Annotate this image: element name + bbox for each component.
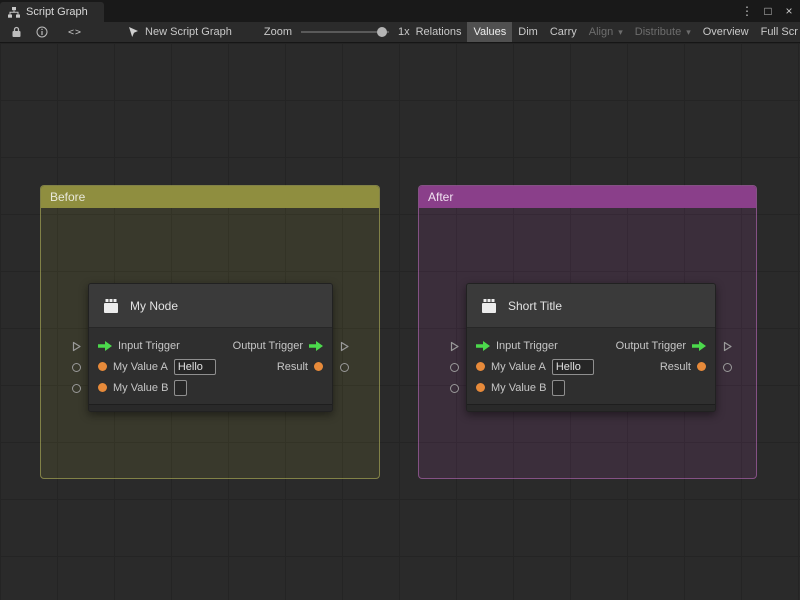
flow-in-label: Input Trigger [496, 339, 558, 352]
value-port-icon [314, 362, 323, 371]
value-port-icon [476, 362, 485, 371]
pointer-icon [127, 26, 139, 38]
relations-button[interactable]: Relations [410, 22, 468, 42]
new-script-graph-label: New Script Graph [145, 26, 232, 38]
menu-icon[interactable]: ⋮ [741, 0, 753, 22]
tab-script-graph[interactable]: Script Graph [0, 2, 104, 22]
distribute-dropdown[interactable]: Distribute ▾ [629, 22, 697, 42]
flow-output-port[interactable] [340, 341, 349, 352]
zoom-slider-knob[interactable] [376, 27, 387, 37]
value-b-label: My Value B [491, 381, 547, 394]
info-icon[interactable] [29, 22, 55, 42]
value-output-port-result[interactable] [723, 363, 732, 372]
value-a-label: My Value A [491, 360, 546, 373]
graph-toolbar: <> New Script Graph Zoom 1x Relations Va… [0, 22, 800, 43]
flow-out-arrow-icon [309, 340, 323, 351]
flow-out-label: Output Trigger [615, 339, 686, 352]
flow-in-label: Input Trigger [118, 339, 180, 352]
flow-in-arrow-icon [98, 340, 112, 351]
value-port-icon [697, 362, 706, 371]
new-script-graph-button[interactable]: New Script Graph [121, 22, 238, 42]
zoom-slider[interactable] [300, 22, 389, 42]
flow-out-arrow-icon [692, 340, 706, 351]
unit-icon [102, 298, 120, 314]
align-dropdown[interactable]: Align ▾ [583, 22, 629, 42]
port-row-value-b: My Value B [467, 377, 715, 398]
node-footer [467, 404, 715, 411]
unit-icon [480, 298, 498, 314]
result-label: Result [659, 360, 691, 373]
group-header[interactable]: Before [41, 186, 379, 208]
fullscreen-button[interactable]: Full Scr [755, 22, 800, 42]
node-short-title[interactable]: Short Title Input Trigger Output Trigger [450, 283, 732, 412]
flow-input-port[interactable] [450, 341, 459, 352]
align-label: Align [588, 26, 614, 38]
value-b-label: My Value B [113, 381, 169, 394]
carry-button[interactable]: Carry [544, 22, 583, 42]
window-controls: ⋮ □ × [741, 0, 795, 22]
value-input-port-a[interactable] [72, 363, 81, 372]
graph-canvas[interactable]: Before After My Node Input Trigger Outpu… [0, 43, 800, 600]
group-label: After [428, 190, 454, 204]
distribute-label: Distribute [634, 26, 682, 38]
node-title: Short Title [508, 298, 563, 313]
value-a-input[interactable] [173, 358, 216, 375]
lock-icon[interactable] [4, 22, 29, 42]
zoom-label: Zoom [263, 26, 292, 38]
value-port-icon [98, 383, 107, 392]
tab-bar: Script Graph ⋮ □ × [0, 0, 800, 22]
zoom-value: 1x [397, 26, 410, 38]
value-input-port-b[interactable] [450, 384, 459, 393]
node-body: Input Trigger Output Trigger My Value A … [89, 328, 332, 404]
group-label: Before [50, 190, 86, 204]
flow-input-port[interactable] [72, 341, 81, 352]
value-b-input[interactable] [174, 379, 188, 396]
close-icon[interactable]: × [783, 0, 795, 22]
maximize-icon[interactable]: □ [762, 0, 774, 22]
node-header[interactable]: My Node [89, 284, 332, 328]
value-port-icon [476, 383, 485, 392]
chevron-down-icon: ▾ [618, 26, 623, 37]
chevron-down-icon: ▾ [686, 26, 691, 37]
code-view-icon[interactable]: <> [61, 22, 89, 42]
script-graph-window: Script Graph ⋮ □ × <> New Script Graph Z… [0, 0, 800, 600]
port-row-trigger: Input Trigger Output Trigger [89, 335, 332, 356]
dim-button[interactable]: Dim [512, 22, 544, 42]
zoom-slider-track[interactable] [300, 31, 389, 33]
node-body: Input Trigger Output Trigger My Value A … [467, 328, 715, 404]
tab-title: Script Graph [26, 6, 88, 18]
node-header[interactable]: Short Title [467, 284, 715, 328]
value-input-port-b[interactable] [72, 384, 81, 393]
value-a-label: My Value A [113, 360, 168, 373]
value-a-input[interactable] [551, 358, 594, 375]
values-button[interactable]: Values [467, 22, 513, 42]
group-header[interactable]: After [419, 186, 756, 208]
toolbar-buttons: Relations Values Dim Carry Align ▾ Distr… [410, 22, 800, 42]
node-footer [89, 404, 332, 411]
flow-out-label: Output Trigger [232, 339, 303, 352]
flow-in-arrow-icon [476, 340, 490, 351]
value-port-icon [98, 362, 107, 371]
port-row-value-a: My Value A Result [467, 356, 715, 377]
port-row-trigger: Input Trigger Output Trigger [467, 335, 715, 356]
result-label: Result [276, 360, 308, 373]
node-my-node[interactable]: My Node Input Trigger Output Trigger My … [72, 283, 349, 412]
value-input-port-a[interactable] [450, 363, 459, 372]
port-row-value-a: My Value A Result [89, 356, 332, 377]
value-b-input[interactable] [552, 379, 566, 396]
flow-output-port[interactable] [723, 341, 732, 352]
overview-button[interactable]: Overview [697, 22, 755, 42]
zoom-control: Zoom 1x [264, 22, 410, 42]
node-title: My Node [130, 298, 179, 313]
value-output-port-result[interactable] [340, 363, 349, 372]
port-row-value-b: My Value B [89, 377, 332, 398]
graph-icon [8, 6, 20, 18]
